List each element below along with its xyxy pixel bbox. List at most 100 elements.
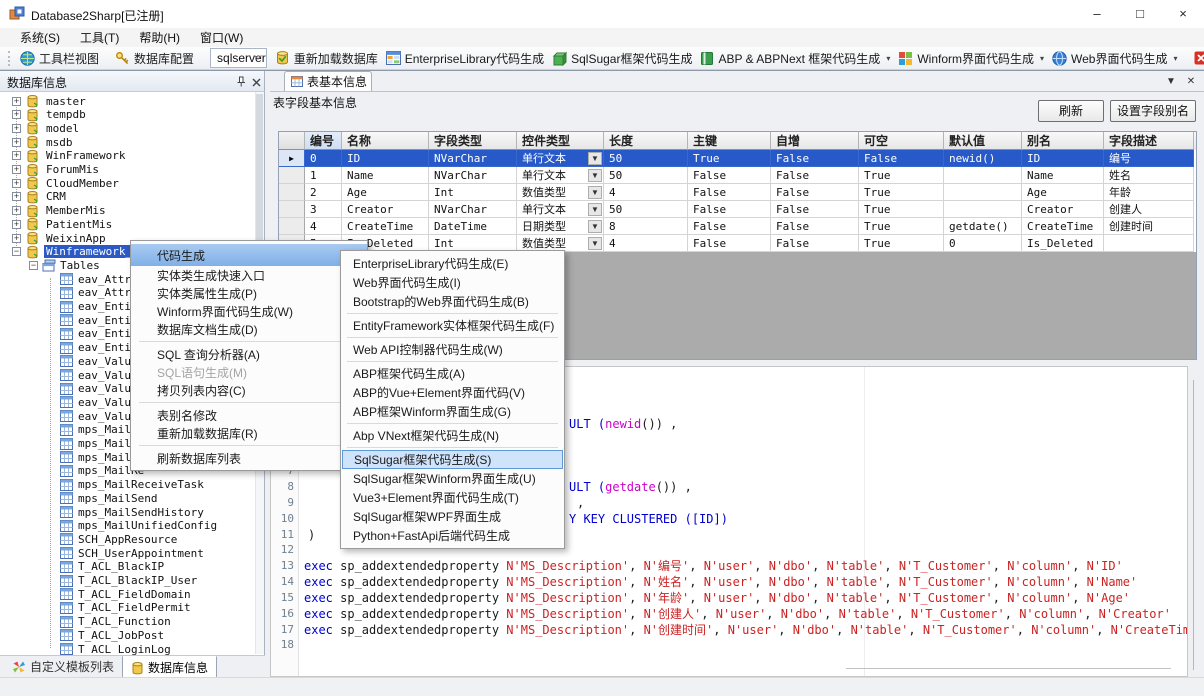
set-field-alias-button[interactable]: 设置字段别名 [1110, 100, 1196, 122]
row-selector-cell[interactable]: ▶ [279, 150, 305, 167]
grid-cell[interactable]: Name [342, 167, 429, 184]
database-type-combo[interactable]: sqlserver [210, 48, 267, 68]
grid-column-header[interactable]: 编号 [305, 132, 342, 150]
grid-cell[interactable]: Creator [342, 201, 429, 218]
refresh-button[interactable]: 刷新 [1038, 100, 1104, 122]
grid-cell[interactable]: CreateTime [342, 218, 429, 235]
close-button[interactable]: × [1161, 0, 1204, 28]
grid-corner-cell[interactable] [279, 132, 305, 150]
expand-box-icon[interactable]: + [12, 220, 21, 229]
grid-column-header[interactable]: 字段类型 [429, 132, 517, 150]
combo-dropdown-icon[interactable]: ▼ [588, 152, 602, 165]
tree-node-database[interactable]: +CloudMember [0, 176, 264, 190]
grid-cell[interactable]: 1 [305, 167, 342, 184]
grid-cell[interactable]: 50 [604, 167, 688, 184]
combo-dropdown-icon[interactable]: ▼ [588, 203, 602, 216]
submenu-item[interactable]: ABP框架Winform界面生成(G) [341, 402, 564, 421]
grid-cell[interactable]: True [688, 150, 771, 167]
grid-cell[interactable]: Int [429, 184, 517, 201]
expand-box-icon[interactable]: + [12, 138, 21, 147]
context-menu-item[interactable]: 代码生成▶ [131, 244, 367, 266]
grid-cell[interactable]: False [771, 184, 859, 201]
grid-cell[interactable]: newid() [944, 150, 1022, 167]
grid-cell[interactable]: False [771, 235, 859, 252]
grid-cell[interactable]: 单行文本▼ [517, 201, 604, 218]
toolbar-button-exit[interactable]: 退出 [1190, 49, 1204, 68]
tree-node-table[interactable]: T_ACL_LoginLog [0, 642, 264, 655]
tree-node-database[interactable]: +model [0, 121, 264, 135]
grid-cell[interactable]: 8 [604, 218, 688, 235]
grid-cell[interactable]: 数值类型▼ [517, 184, 604, 201]
tab-close-icon[interactable]: ✕ [1184, 76, 1198, 87]
context-menu-item[interactable]: 重新加载数据库(R) [131, 424, 367, 442]
grid-cell[interactable]: Creator [1022, 201, 1104, 218]
expand-box-icon[interactable]: + [12, 192, 21, 201]
submenu-item[interactable]: Web界面代码生成(I) [341, 273, 564, 292]
grid-cell[interactable]: 姓名 [1104, 167, 1194, 184]
tree-node-table[interactable]: T_ACL_BlackIP_User [0, 574, 264, 588]
grid-cell[interactable]: 50 [604, 201, 688, 218]
tree-node-database[interactable]: +master [0, 94, 264, 108]
combo-dropdown-icon[interactable]: ▼ [588, 220, 602, 233]
grid-column-header[interactable]: 名称 [342, 132, 429, 150]
tree-node-table[interactable]: SCH_UserAppointment [0, 546, 264, 560]
grid-cell[interactable] [1104, 235, 1194, 252]
tree-node-database[interactable]: +WinFramework [0, 149, 264, 163]
dock-tab-database-info[interactable]: 数据库信息 [122, 656, 217, 679]
grid-cell[interactable]: Age [1022, 184, 1104, 201]
grid-row[interactable]: ▶0IDNVarChar单行文本▼50TrueFalseFalsenewid()… [279, 150, 1196, 167]
tree-node-table[interactable]: SCH_AppResource [0, 532, 264, 546]
tree-node-database[interactable]: +MemberMis [0, 204, 264, 218]
grid-column-header[interactable]: 字段描述 [1104, 132, 1194, 150]
grid-row[interactable]: 1NameNVarChar单行文本▼50FalseFalseTrueName姓名 [279, 167, 1196, 184]
grid-cell[interactable]: 年龄 [1104, 184, 1194, 201]
grid-row[interactable]: 2AgeInt数值类型▼4FalseFalseTrueAge年龄 [279, 184, 1196, 201]
grid-cell[interactable]: True [859, 184, 944, 201]
submenu-item[interactable]: ABP的Vue+Element界面代码(V) [341, 383, 564, 402]
row-selector-cell[interactable] [279, 184, 305, 201]
menubar-item-3[interactable]: 帮助(H) [129, 28, 190, 47]
context-menu-item[interactable]: 拷贝列表内容(C) [131, 381, 367, 399]
context-menu-item[interactable]: 实体类生成快速入口▶ [131, 266, 367, 284]
grid-cell[interactable]: getdate() [944, 218, 1022, 235]
tree-scrollbar-thumb[interactable] [256, 94, 263, 244]
context-menu-item[interactable]: Winform界面代码生成(W) [131, 302, 367, 320]
tree-node-database[interactable]: +ForumMis [0, 163, 264, 177]
row-selector-cell[interactable] [279, 201, 305, 218]
combo-dropdown-icon[interactable]: ▼ [588, 186, 602, 199]
tree-node-database[interactable]: +CRM [0, 190, 264, 204]
grid-cell[interactable]: False [771, 150, 859, 167]
toolbar-button-abp[interactable]: ABP & ABPNext 框架代码生成▾ [696, 49, 894, 68]
grid-column-header[interactable]: 默认值 [944, 132, 1022, 150]
submenu-item[interactable]: SqlSugar框架代码生成(S) [342, 450, 563, 469]
expand-box-icon[interactable]: + [12, 179, 21, 188]
tree-node-table[interactable]: T_ACL_BlackIP [0, 560, 264, 574]
grid-cell[interactable]: True [859, 201, 944, 218]
grid-cell[interactable]: 4 [305, 218, 342, 235]
menubar-item-1[interactable]: 系统(S) [10, 28, 70, 47]
maximize-button[interactable]: □ [1118, 0, 1162, 28]
tree-node-database[interactable]: +tempdb [0, 108, 264, 122]
grid-cell[interactable]: Age [342, 184, 429, 201]
grid-cell[interactable]: False [688, 201, 771, 218]
grid-cell[interactable]: ID [342, 150, 429, 167]
toolbar-button-entlib[interactable]: EnterpriseLibrary代码生成 [382, 49, 548, 68]
context-menu-item[interactable]: 表别名修改 [131, 406, 367, 424]
grid-cell[interactable]: False [688, 218, 771, 235]
tab-menu-down-icon[interactable]: ▼ [1164, 76, 1178, 87]
grid-cell[interactable] [944, 201, 1022, 218]
grid-cell[interactable]: 单行文本▼ [517, 150, 604, 167]
submenu-item[interactable]: EntityFramework实体框架代码生成(F) [341, 316, 564, 335]
grid-column-header[interactable]: 自增 [771, 132, 859, 150]
grid-cell[interactable]: False [688, 184, 771, 201]
grid-cell[interactable]: True [859, 235, 944, 252]
tree-node-table[interactable]: mps_MailSend [0, 491, 264, 505]
tree-node-table[interactable]: mps_MailSendHistory [0, 505, 264, 519]
menubar-item-4[interactable]: 窗口(W) [190, 28, 253, 47]
expand-box-icon[interactable]: + [12, 110, 21, 119]
tab-table-basic-info[interactable]: 表基本信息 [284, 71, 372, 91]
tree-node-table[interactable]: mps_MailUnifiedConfig [0, 519, 264, 533]
submenu-item[interactable]: EnterpriseLibrary代码生成(E) [341, 254, 564, 273]
expand-box-icon[interactable]: + [12, 124, 21, 133]
toolbar-button-toolbar-view[interactable]: 工具栏视图 [16, 49, 103, 68]
